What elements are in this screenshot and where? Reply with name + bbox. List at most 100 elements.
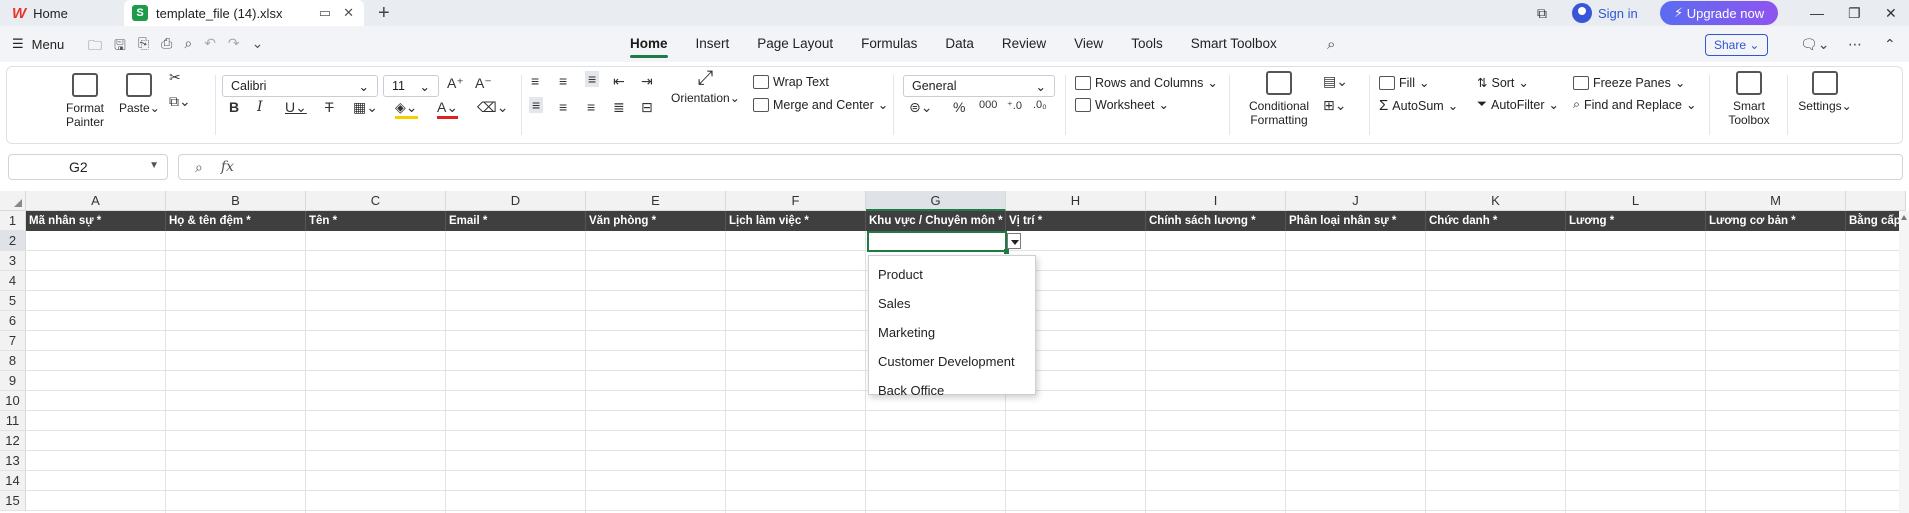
tab-page-layout[interactable]: Page Layout [743, 26, 847, 62]
selected-cell-g2[interactable] [867, 231, 1009, 254]
settings-button[interactable]: Settings⌄ [1797, 71, 1853, 113]
select-all-corner[interactable] [0, 191, 26, 211]
header-cell[interactable]: Lương cơ bản * [1706, 211, 1846, 231]
format-painter-button[interactable]: Format Painter [63, 73, 107, 129]
row-header-4[interactable]: 4 [0, 271, 26, 291]
row-header-12[interactable]: 12 [0, 431, 26, 451]
column-header-c[interactable]: C [306, 191, 446, 211]
row-header-8[interactable]: 8 [0, 351, 26, 371]
align-left-icon[interactable]: ≡ [529, 97, 544, 113]
cell-dropdown-arrow-icon[interactable] [1007, 233, 1021, 249]
autosum-button[interactable]: Σ AutoSum ⌄ [1379, 97, 1458, 114]
upgrade-button[interactable]: ⚡ Upgrade now [1660, 1, 1779, 25]
thousands-icon[interactable]: 000 [979, 99, 997, 111]
orientation-button[interactable]: ⤢ Orientation⌄ [671, 68, 740, 105]
close-window-icon[interactable]: ✕ [1885, 0, 1897, 26]
header-cell[interactable]: Bằng cấp [1846, 211, 1906, 231]
column-header-e[interactable]: E [586, 191, 726, 211]
merge-center-button[interactable]: Merge and Center ⌄ [753, 97, 888, 112]
row-header-11[interactable]: 11 [0, 411, 26, 431]
align-middle-icon[interactable]: ≡ [559, 73, 567, 89]
decrease-font-icon[interactable]: A⁻ [475, 75, 492, 92]
font-size-select[interactable]: 11 ⌄ [383, 75, 439, 97]
file-tab[interactable]: S template_file (14).xlsx ▭ ✕ [124, 0, 364, 26]
column-header-b[interactable]: B [166, 191, 306, 211]
row-header-7[interactable]: 7 [0, 331, 26, 351]
font-color-icon[interactable]: A⌄ [437, 99, 459, 119]
currency-icon[interactable]: ⊜⌄ [909, 99, 932, 116]
cut-icon[interactable]: ✂ [169, 69, 181, 86]
workspace-icon[interactable]: ⧉ [1537, 0, 1547, 26]
undo-icon[interactable]: ↶ [204, 35, 216, 59]
column-header-i[interactable]: I [1146, 191, 1286, 211]
formula-input[interactable]: ⌕ fx [178, 154, 1903, 180]
row-header-6[interactable]: 6 [0, 311, 26, 331]
fill-color-icon[interactable]: ◈⌄ [395, 99, 418, 119]
column-header-j[interactable]: J [1286, 191, 1426, 211]
row-header-10[interactable]: 10 [0, 391, 26, 411]
sort-button[interactable]: ⇅ Sort ⌄ [1477, 75, 1529, 91]
save-icon[interactable]: 🖫 [114, 35, 126, 59]
row-header-1[interactable]: 1 [0, 211, 26, 231]
column-header-k[interactable]: K [1426, 191, 1566, 211]
decrease-decimal-icon[interactable]: .0₀ [1033, 99, 1047, 111]
vertical-scrollbar[interactable] [1899, 211, 1909, 513]
fx-icon[interactable]: fx [221, 159, 234, 175]
dropdown-option[interactable]: Sales [869, 289, 1035, 318]
align-bottom-icon[interactable]: ≡ [585, 71, 600, 87]
print-icon[interactable]: ⎙ [161, 35, 172, 59]
tab-tools[interactable]: Tools [1117, 26, 1177, 62]
header-cell[interactable]: Khu vực / Chuyên môn * [866, 211, 1006, 231]
window-mode-icon[interactable]: ▭ [319, 5, 331, 21]
strikethrough-icon[interactable]: T [325, 99, 334, 115]
share-button[interactable]: Share ⌄ [1705, 34, 1769, 56]
number-format-select[interactable]: General ⌄ [903, 75, 1055, 97]
underline-icon[interactable]: U⌄ [285, 99, 307, 116]
worksheet-button[interactable]: Worksheet ⌄ [1075, 97, 1169, 112]
more-options-icon[interactable]: ⋯ [1848, 36, 1862, 53]
tab-smart-toolbox[interactable]: Smart Toolbox [1177, 26, 1291, 62]
table-format-icon[interactable]: ⊞⌄ [1323, 97, 1346, 114]
spreadsheet-grid[interactable]: A B C D E F G H I J K L M 1 2 3 4 5 6 7 8 9 10 11 12 13 14 15 Mã nhâ… [0, 191, 1909, 513]
distribute-icon[interactable]: ⊟ [641, 99, 653, 116]
header-cell[interactable]: Lương * [1566, 211, 1706, 231]
column-header-d[interactable]: D [446, 191, 586, 211]
print-preview-icon[interactable]: ⌕ [184, 35, 192, 59]
sign-in-button[interactable]: Sign in [1572, 0, 1638, 26]
conditional-formatting-button[interactable]: Conditional Formatting [1239, 71, 1319, 127]
justify-icon[interactable]: ≣ [613, 99, 625, 116]
autofilter-button[interactable]: ⏷ AutoFilter ⌄ [1477, 97, 1559, 112]
clear-format-icon[interactable]: ⌫⌄ [477, 99, 509, 116]
paste-button[interactable]: Paste⌄ [119, 73, 160, 115]
align-right-icon[interactable]: ≡ [587, 99, 595, 115]
header-cell[interactable]: Vị trí * [1006, 211, 1146, 231]
dropdown-option[interactable]: Customer Development [869, 347, 1035, 376]
column-header-f[interactable]: F [726, 191, 866, 211]
borders-icon[interactable]: ▦⌄ [353, 99, 378, 116]
search-icon[interactable]: ⌕ [1327, 36, 1335, 53]
column-header-g[interactable]: G [866, 191, 1006, 211]
row-header-15[interactable]: 15 [0, 491, 26, 511]
tab-insert[interactable]: Insert [682, 26, 744, 62]
align-top-icon[interactable]: ≡ [531, 73, 539, 89]
column-header-l[interactable]: L [1566, 191, 1706, 211]
redo-icon[interactable]: ↷ [228, 35, 240, 59]
decrease-indent-icon[interactable]: ⇤ [613, 73, 625, 90]
bold-icon[interactable]: B [229, 99, 239, 115]
header-cell[interactable]: Lịch làm việc * [726, 211, 866, 231]
main-menu-button[interactable]: ☰ Menu [12, 36, 64, 52]
dropdown-option[interactable]: Marketing [869, 318, 1035, 347]
header-cell[interactable]: Phân loại nhân sự * [1286, 211, 1426, 231]
minimize-icon[interactable]: — [1810, 0, 1824, 26]
row-header-13[interactable]: 13 [0, 451, 26, 471]
dropdown-option[interactable]: Product [869, 260, 1035, 289]
header-cell[interactable]: Chính sách lương * [1146, 211, 1286, 231]
header-cell[interactable]: Họ & tên đệm * [166, 211, 306, 231]
header-cell[interactable]: Mã nhân sự * [26, 211, 166, 231]
collapse-ribbon-icon[interactable]: ⌃ [1884, 36, 1896, 53]
increase-decimal-icon[interactable]: ⁺.0 [1007, 99, 1022, 112]
zoom-icon[interactable]: ⌕ [195, 159, 203, 176]
cell-style-icon[interactable]: ▤⌄ [1323, 73, 1348, 90]
row-header-5[interactable]: 5 [0, 291, 26, 311]
tab-data[interactable]: Data [931, 26, 988, 62]
